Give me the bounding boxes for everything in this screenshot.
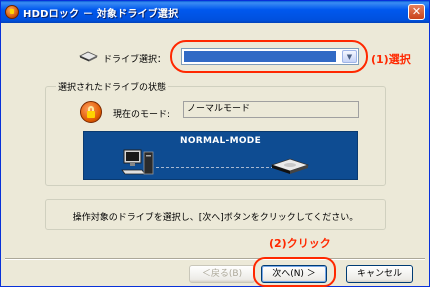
current-mode-value: ノーマルモード [183, 101, 359, 118]
lock-icon [80, 101, 102, 123]
pc-icon [121, 149, 154, 175]
hdd-icon [270, 158, 310, 174]
drive-status-group-title: 選択されたドライブの状態 [56, 80, 169, 93]
mode-panel-title: NORMAL-MODE [179, 136, 262, 146]
button-separator [5, 258, 425, 260]
current-mode-label: 現在のモード: [113, 110, 171, 120]
hdd-lock-icon [5, 5, 19, 19]
connection-line [156, 167, 274, 168]
close-icon: ✕ [411, 5, 422, 18]
dialog-window: HDDロック － 対象ドライブ選択 ✕ ドライブ選択： ▼ (1)選択 選択され… [0, 0, 430, 287]
back-button[interactable]: ＜戻る(B) [189, 265, 255, 283]
instruction-box: 操作対象のドライブを選択し、[次へ]ボタンをクリックしてください。 [45, 199, 386, 230]
cancel-button[interactable]: キャンセル [346, 265, 413, 283]
annotation-step1: (1)選択 [371, 53, 411, 66]
title-bar[interactable]: HDDロック － 対象ドライブ選択 ✕ [1, 1, 429, 23]
highlight-drive-select [170, 40, 368, 73]
highlight-next-button [253, 257, 336, 287]
close-button[interactable]: ✕ [408, 4, 425, 20]
drive-select-label: ドライブ選択： [103, 55, 167, 65]
drive-icon [79, 51, 98, 62]
window-title: HDDロック － 対象ドライブ選択 [23, 9, 179, 20]
annotation-step2: (2)クリック [269, 237, 331, 250]
instruction-text: 操作対象のドライブを選択し、[次へ]ボタンをクリックしてください。 [72, 213, 359, 223]
mode-panel: NORMAL-MODE [83, 131, 358, 180]
